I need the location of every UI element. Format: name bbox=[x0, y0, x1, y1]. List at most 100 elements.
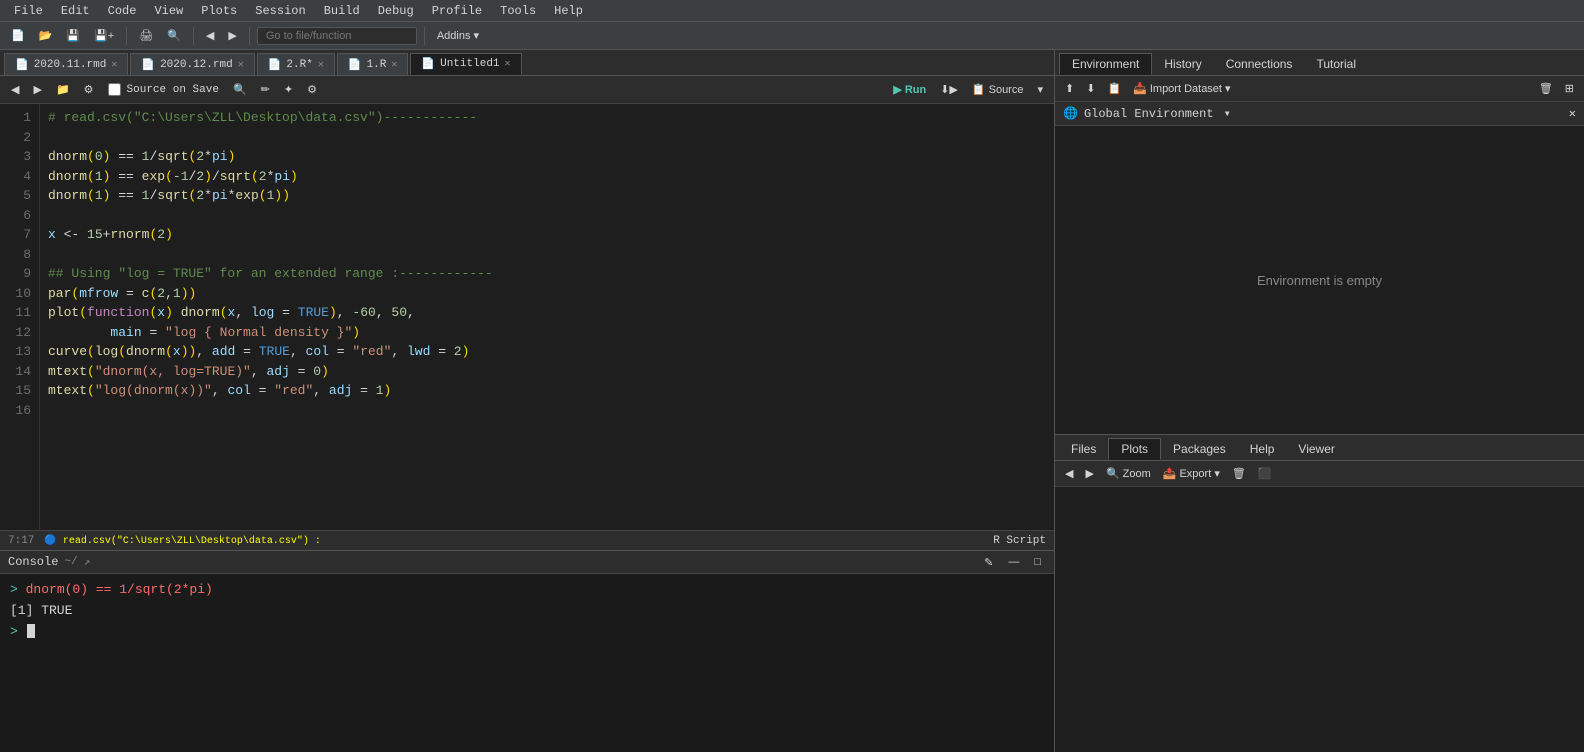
menu-plots[interactable]: Plots bbox=[193, 2, 245, 20]
run-icon: ▶ bbox=[893, 83, 901, 96]
tab-environment[interactable]: Environment bbox=[1059, 53, 1152, 75]
tab-close-icon[interactable]: ✕ bbox=[238, 59, 244, 71]
console-result-line: [1] TRUE bbox=[10, 601, 1044, 622]
options-button[interactable]: ⚙ bbox=[302, 81, 322, 98]
menu-debug[interactable]: Debug bbox=[370, 2, 422, 20]
new-file-button[interactable]: 📄 bbox=[6, 27, 30, 44]
plots-back-button[interactable]: ◀ bbox=[1061, 466, 1077, 481]
tab-2020-11-rmd[interactable]: 📄 2020.11.rmd ✕ bbox=[4, 53, 128, 75]
console-minimize-button[interactable]: — bbox=[1003, 554, 1024, 571]
menu-code[interactable]: Code bbox=[100, 2, 145, 20]
run-next-button[interactable]: ⬇▶ bbox=[935, 81, 963, 98]
tab-2r[interactable]: 📄 2.R* ✕ bbox=[257, 53, 335, 75]
tab-connections[interactable]: Connections bbox=[1214, 53, 1305, 75]
save-all-button[interactable]: 💾+ bbox=[89, 27, 119, 44]
tab-close-icon[interactable]: ✕ bbox=[391, 59, 397, 71]
magic-wand-button[interactable]: ✦ bbox=[279, 81, 298, 98]
tab-untitled1[interactable]: 📄 Untitled1 ✕ bbox=[410, 53, 521, 75]
sep4 bbox=[424, 27, 425, 45]
main-toolbar: 📄 📂 💾 💾+ 🖨 🔍 ◀ ▶ Addins ▾ bbox=[0, 22, 1584, 50]
source-icon: 📋 bbox=[972, 83, 986, 96]
plots-export-button[interactable]: 📤 Export ▾ bbox=[1159, 466, 1224, 481]
tab-close-icon[interactable]: ✕ bbox=[111, 59, 117, 71]
menu-view[interactable]: View bbox=[146, 2, 191, 20]
save-button[interactable]: 💾 bbox=[61, 27, 85, 44]
global-env-label: Global Environment bbox=[1084, 107, 1214, 121]
menu-session[interactable]: Session bbox=[247, 2, 313, 20]
compile-button[interactable]: ⚙ bbox=[79, 81, 99, 98]
tab-viewer[interactable]: Viewer bbox=[1286, 438, 1346, 460]
show-in-files-button[interactable]: 📁 bbox=[51, 81, 75, 98]
source-dropdown-button[interactable]: ▾ bbox=[1032, 81, 1048, 98]
plots-toolbar: ◀ ▶ 🔍 Zoom 📤 Export ▾ 🗑 ⬛ bbox=[1055, 461, 1584, 487]
menu-build[interactable]: Build bbox=[316, 2, 368, 20]
run-button[interactable]: ▶ Run bbox=[888, 81, 931, 98]
nav-back-button[interactable]: ◀ bbox=[6, 81, 24, 98]
export-icon: 📤 bbox=[1163, 467, 1177, 480]
tab-close-icon[interactable]: ✕ bbox=[318, 59, 324, 71]
back-nav-button[interactable]: ◀ bbox=[201, 27, 219, 44]
code-editor[interactable]: 1 2 3 4 5 6 7 8 9 10 11 12 13 14 15 16 bbox=[0, 104, 1054, 530]
menu-profile[interactable]: Profile bbox=[424, 2, 490, 20]
menu-tools[interactable]: Tools bbox=[492, 2, 544, 20]
menu-help[interactable]: Help bbox=[546, 2, 591, 20]
code-tools-button[interactable]: ✏ bbox=[256, 81, 275, 98]
tab-2020-12-rmd[interactable]: 📄 2020.12.rmd ✕ bbox=[130, 53, 254, 75]
env-load-button[interactable]: ⬆ bbox=[1061, 81, 1078, 96]
menu-edit[interactable]: Edit bbox=[53, 2, 98, 20]
editor-toolbar: ◀ ▶ 📁 ⚙ Source on Save 🔍 ✏ ✦ ⚙ ▶ Run ⬇ bbox=[0, 76, 1054, 104]
print-button[interactable]: 🖨 bbox=[134, 27, 158, 44]
editor-tab-bar: 📄 2020.11.rmd ✕ 📄 2020.12.rmd ✕ 📄 2.R* ✕… bbox=[0, 50, 1054, 76]
env-grid-view-button[interactable]: ⊞ bbox=[1561, 81, 1578, 96]
editor-toolbar-right: ▶ Run ⬇▶ 📋 Source ▾ bbox=[888, 81, 1048, 98]
files-plots-panel: Files Plots Packages Help Viewer ◀ ▶ 🔍 Z… bbox=[1055, 435, 1584, 752]
tab-close-icon[interactable]: ✕ bbox=[505, 58, 511, 70]
goto-file-input[interactable] bbox=[257, 27, 417, 45]
file-path-icon: 🔵 bbox=[44, 536, 56, 547]
env-copy-button[interactable]: 📋 bbox=[1103, 81, 1125, 96]
find-button[interactable]: 🔍 bbox=[162, 27, 186, 44]
console-new-prompt: > bbox=[10, 624, 26, 639]
console-prompt: > bbox=[10, 582, 26, 597]
tab-packages[interactable]: Packages bbox=[1161, 438, 1238, 460]
console-maximize-button[interactable]: □ bbox=[1029, 554, 1046, 571]
nav-forward-button[interactable]: ▶ bbox=[28, 81, 46, 98]
menu-file[interactable]: File bbox=[6, 2, 51, 20]
console-cursor bbox=[27, 624, 35, 638]
sep1 bbox=[126, 27, 127, 45]
tab-tutorial[interactable]: Tutorial bbox=[1304, 53, 1368, 75]
console-clear-button[interactable]: ✎ bbox=[979, 554, 998, 571]
console-new-prompt-line: > bbox=[10, 622, 1044, 643]
file-path-indicator: 🔵 read.csv("C:\Users\ZLL\Desktop\data.cs… bbox=[44, 535, 321, 547]
tab-history[interactable]: History bbox=[1152, 53, 1213, 75]
global-env-dropdown[interactable]: ▾ bbox=[1224, 106, 1231, 121]
env-clear-button[interactable]: 🗑 bbox=[1535, 81, 1557, 96]
tab-help[interactable]: Help bbox=[1238, 438, 1287, 460]
plots-delete-button[interactable]: 🗑 bbox=[1228, 466, 1250, 481]
code-content[interactable]: # read.csv("C:\Users\ZLL\Desktop\data.cs… bbox=[40, 104, 1054, 530]
import-dataset-button[interactable]: 📥 Import Dataset ▾ bbox=[1129, 81, 1234, 96]
addins-button[interactable]: Addins ▾ bbox=[432, 27, 484, 44]
plots-zoom-button[interactable]: 🔍 Zoom bbox=[1102, 466, 1155, 481]
sep3 bbox=[249, 27, 250, 45]
environment-empty-message: Environment is empty bbox=[1055, 126, 1584, 434]
files-tab-bar: Files Plots Packages Help Viewer bbox=[1055, 435, 1584, 461]
open-file-button[interactable]: 📂 bbox=[34, 27, 58, 44]
tab-1r[interactable]: 📄 1.R ✕ bbox=[337, 53, 409, 75]
plots-forward-button[interactable]: ▶ bbox=[1081, 466, 1097, 481]
source-on-save-checkbox[interactable] bbox=[108, 83, 121, 96]
forward-nav-button[interactable]: ▶ bbox=[223, 27, 241, 44]
find-in-editor-button[interactable]: 🔍 bbox=[228, 81, 252, 98]
tab-plots[interactable]: Plots bbox=[1108, 438, 1161, 460]
console-input-line: > dnorm(0) == 1/sqrt(2*pi) bbox=[10, 580, 1044, 601]
console-content[interactable]: > dnorm(0) == 1/sqrt(2*pi) [1] TRUE > bbox=[0, 574, 1054, 752]
menu-bar: File Edit Code View Plots Session Build … bbox=[0, 0, 1584, 22]
env-close-icon[interactable]: ✕ bbox=[1569, 106, 1576, 121]
env-save-button[interactable]: ⬇ bbox=[1082, 81, 1099, 96]
import-icon: 📥 bbox=[1133, 82, 1147, 95]
environment-toolbar: ⬆ ⬇ 📋 📥 Import Dataset ▾ 🗑 ⊞ bbox=[1055, 76, 1584, 102]
source-button[interactable]: 📋 Source bbox=[967, 81, 1029, 98]
tab-files[interactable]: Files bbox=[1059, 438, 1108, 460]
source-on-save-label: Source on Save bbox=[103, 81, 224, 98]
plots-clear-button[interactable]: ⬛ bbox=[1254, 466, 1276, 481]
